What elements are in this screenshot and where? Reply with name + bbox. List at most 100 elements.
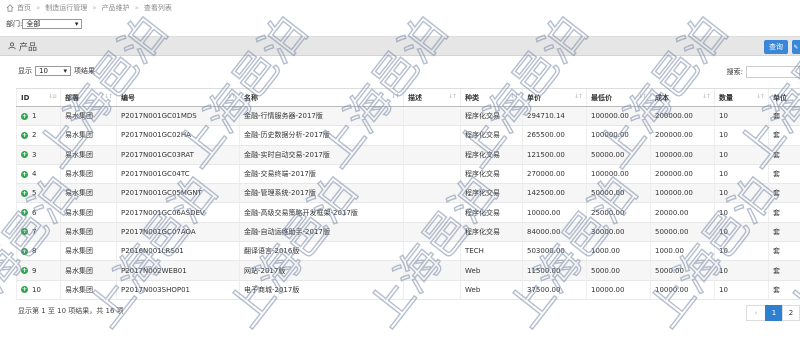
cell-value: 50000.00 — [591, 150, 625, 159]
column-header[interactable]: 最低价 ↓↑ — [586, 88, 651, 107]
expand-row-icon[interactable]: + — [21, 267, 28, 275]
table-row[interactable]: +6 易水集团 P2017N001GC06ASDEV 金融-高级交易策略开发框架-20… — [16, 202, 800, 223]
column-header[interactable]: 种类 ↓↑ — [460, 88, 523, 107]
page-button-2[interactable]: 2 — [782, 305, 800, 321]
cell-value: P2017N002WEB01 — [121, 266, 187, 275]
table-cell: +8 — [16, 241, 61, 262]
table-row[interactable]: +2 易水集团 P2017N001GC02HA 金融-历史数据分析-2017版 程序化交… — [16, 125, 800, 146]
cell-value: 8 — [32, 247, 37, 256]
table-cell: 易水集团 — [60, 183, 117, 204]
table-row[interactable]: +3 易水集团 P2017N001GC03RAT 金融-实时自动交易-2017版 程序化… — [16, 145, 800, 165]
breadcrumb-home[interactable]: 首页 — [17, 3, 31, 13]
cell-value: 套 — [773, 208, 780, 217]
table-row[interactable]: +9 易水集团 P2017N002WEB01 网站-2017版 Web 11500.00 5… — [16, 260, 800, 281]
breadcrumb: 首页 » 制造运行管理 » 产品维护 » 查看列表 — [0, 0, 800, 16]
cell-value: 5 — [32, 189, 37, 198]
search-input[interactable] — [746, 66, 800, 78]
table-cell: Web — [460, 280, 523, 300]
cell-value: 265500.00 — [527, 131, 565, 140]
table-cell — [403, 164, 461, 185]
breadcrumb-module[interactable]: 制造运行管理 — [45, 3, 87, 13]
table-cell: 100000.00 — [586, 125, 651, 146]
table-cell: P2017N001GC07AOA — [116, 222, 240, 243]
table-cell: 10 — [714, 183, 769, 204]
column-header-label: 数量 — [719, 93, 733, 102]
table-cell: +5 — [16, 183, 61, 204]
expand-row-icon[interactable]: + — [21, 170, 28, 178]
panel-header: 产品 查询 ✎ — [0, 36, 800, 56]
table-cell: 金融-交易终端-2017版 — [239, 164, 404, 185]
expand-row-icon[interactable]: + — [21, 131, 28, 139]
table-cell: 100000.00 — [586, 106, 651, 127]
cell-value: 10 — [719, 131, 728, 140]
panel-title: 产品 — [8, 40, 37, 53]
column-header[interactable]: 编号 ↓↑ — [116, 88, 240, 107]
table-row[interactable]: +4 易水集团 P2017N001GC04TC 金融-交易终端-2017版 程序化交易 2… — [16, 164, 800, 185]
expand-row-icon[interactable]: + — [21, 247, 28, 255]
cell-value: 270000.00 — [527, 170, 565, 179]
table-row[interactable]: +7 易水集团 P2017N001GC07AOA 金融-自动运维助手-2017版 程序化… — [16, 222, 800, 243]
table-cell: TECH — [460, 241, 523, 262]
length-select[interactable]: 10 ▾ — [35, 66, 71, 76]
table-cell: 网站-2017版 — [239, 260, 404, 281]
search-label: 搜索: — [726, 68, 743, 76]
table-cell: 金融-高级交易策略开发框架-2017版 — [239, 202, 404, 223]
department-select[interactable]: 全部 ▾ — [22, 19, 83, 29]
table-info: 显示第 1 至 10 项结果，共 16 项 — [18, 307, 124, 315]
expand-row-icon[interactable]: + — [21, 151, 28, 159]
table-cell: 5000.00 — [586, 260, 651, 281]
page-length-control: 显示 10 ▾ 项结果 — [18, 66, 95, 76]
table-cell: 套 — [768, 222, 800, 243]
table-row[interactable]: +5 易水集团 P2017N001GC05MGNT 金融-管理系统-2017版 程序化交… — [16, 183, 800, 204]
home-icon[interactable] — [6, 4, 14, 12]
query-button[interactable]: 查询 — [764, 40, 788, 54]
column-header[interactable]: 描述 ↓↑ — [403, 88, 461, 107]
expand-row-icon[interactable]: + — [21, 189, 28, 197]
breadcrumb-section[interactable]: 产品维护 — [102, 3, 130, 13]
table-cell: 10 — [714, 145, 769, 165]
cell-value: 套 — [773, 266, 780, 275]
table-cell: 265500.00 — [522, 125, 587, 146]
page-button-1[interactable]: 1 — [765, 305, 783, 321]
table-cell: +7 — [16, 222, 61, 243]
column-header-label: 编号 — [121, 93, 135, 102]
table-row[interactable]: +1 易水集团 P2017N001GC01MDS 金融-行情服务器-2017版 程序化交… — [16, 106, 800, 127]
column-header-label: 部署 — [65, 93, 79, 102]
sort-icon: ↓↑ — [794, 93, 800, 100]
chevron-down-icon: ▾ — [63, 67, 67, 75]
cell-value: 3 — [32, 150, 37, 159]
cell-value: P2017N001GC03RAT — [121, 150, 194, 159]
pagination: ‹ 1 2 — [746, 305, 800, 321]
cell-value: 10000.00 — [655, 285, 689, 294]
expand-row-icon[interactable]: + — [21, 209, 28, 217]
column-header-label: 单位 — [773, 93, 787, 102]
column-header[interactable]: 单位 ↓↑ — [768, 88, 800, 107]
column-header[interactable]: 单价 ↓↑ — [522, 88, 587, 107]
sort-icon: ↓↑ — [637, 93, 647, 100]
expand-row-icon[interactable]: + — [21, 228, 28, 236]
table-cell — [403, 222, 461, 243]
sort-icon: ↓↑ — [226, 93, 236, 100]
table-row[interactable]: +10 易水集团 P2017N003SHOP01 电子商城-2017版 Web 37500… — [16, 280, 800, 300]
cell-value: 10 — [719, 189, 728, 198]
cell-value: 10 — [719, 285, 728, 294]
cell-value: 1000.00 — [655, 247, 684, 256]
column-header[interactable]: 成本 ↓↑ — [650, 88, 715, 107]
column-header[interactable]: 数量 ↓↑ — [714, 88, 769, 107]
table-body: +1 易水集团 P2017N001GC01MDS 金融-行情服务器-2017版 程序化交… — [16, 106, 800, 300]
cell-value: 50000.00 — [655, 227, 689, 236]
column-header[interactable]: ID ↓≡ — [16, 88, 61, 107]
column-header[interactable]: 部署 ↓↑ — [60, 88, 117, 107]
expand-row-icon[interactable]: + — [21, 286, 28, 294]
table-cell — [403, 202, 461, 223]
table-cell: 程序化交易 — [460, 125, 523, 146]
edit-button[interactable]: ✎ — [792, 40, 800, 54]
column-header[interactable]: 名称 ↓↑ — [239, 88, 404, 107]
table-row[interactable]: +8 易水集团 P2016N001LRS01 翻译语言-2016版 TECH 503000… — [16, 241, 800, 262]
prev-page-button[interactable]: ‹ — [746, 305, 766, 321]
expand-row-icon[interactable]: + — [21, 112, 28, 120]
cell-value: 易水集团 — [65, 131, 93, 140]
cell-value: P2017N001GC06ASDEV — [121, 208, 205, 217]
table-cell: 100000.00 — [650, 183, 715, 204]
cell-value: P2016N001LRS01 — [121, 247, 184, 256]
